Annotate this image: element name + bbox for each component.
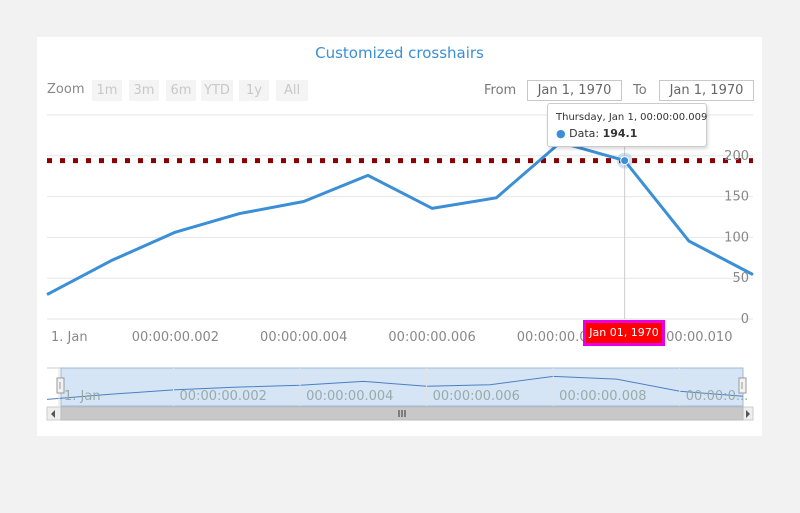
y-tick-label: 0 <box>741 312 749 327</box>
x-tick-label: 00:00:00.002 <box>132 330 219 345</box>
navigator-tick-label: 00:00:00.008 <box>559 389 646 404</box>
series-line <box>46 140 754 296</box>
navigator-tick-label: 1. Jan <box>64 389 101 404</box>
tooltip-date: Thursday, Jan 1, 00:00:00.009 <box>556 112 708 123</box>
tooltip-value: ● Data: 194.1 <box>556 127 637 140</box>
x-tick-label: 1. Jan <box>51 330 88 345</box>
scrollbar[interactable] <box>46 406 754 421</box>
x-tick-label: 00:00:00.004 <box>260 330 347 345</box>
navigator-tick-label: 00:00:00.004 <box>306 389 393 404</box>
chart-svg: 0 50 100 150 200 1. Jan 00:00:00.002 00:00:00.… <box>46 105 754 421</box>
navigator-tick-label: 00:00:00.006 <box>433 389 520 404</box>
y-tick-label: 100 <box>724 230 749 245</box>
tooltip: Thursday, Jan 1, 00:00:00.009 ● Data: 19… <box>547 103 707 147</box>
tooltip-series-label: Data: <box>569 127 600 140</box>
y-tick-label: 200 <box>724 149 749 164</box>
navigator-handle-right[interactable] <box>738 377 747 394</box>
crosshair-x-label: Jan 01, 1970 <box>583 320 665 346</box>
navigator-handle-left[interactable] <box>56 377 65 394</box>
y-tick-label: 150 <box>724 190 749 205</box>
y-tick-label: 50 <box>732 271 749 286</box>
series-dot-icon: ● <box>556 127 566 140</box>
hover-point <box>620 156 630 166</box>
chart-container: Customized crosshairs Zoom 1m 3m 6m YTD … <box>37 37 762 436</box>
x-tick-label: 00:00:00.006 <box>388 330 475 345</box>
navigator-tick-label: 00:00:00.002 <box>180 389 267 404</box>
tooltip-value-number: 194.1 <box>602 127 638 140</box>
